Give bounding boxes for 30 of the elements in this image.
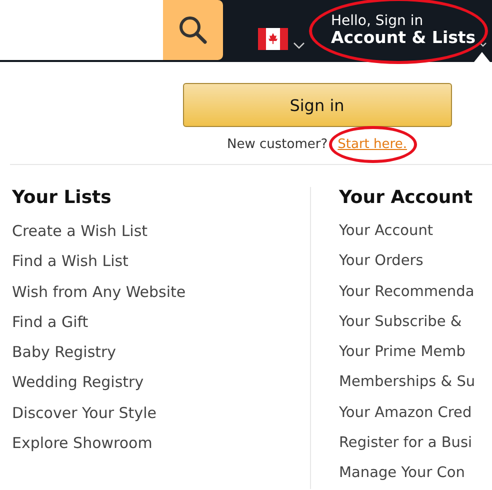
menu-link[interactable]: Your Recommenda [339,276,480,307]
account-menu[interactable]: Hello, Sign in Account & Lists [331,13,476,48]
menu-link[interactable]: Baby Registry [12,337,310,368]
menu-link[interactable]: Register for a Busi [339,428,480,458]
search-button[interactable] [163,0,223,60]
column-heading: Your Lists [12,187,112,208]
account-label: Account & Lists [331,29,476,48]
menu-link[interactable]: Wedding Registry [12,367,310,398]
new-customer-text: New customer? [227,137,328,152]
menu-link[interactable]: Your Subscribe & [339,306,480,338]
menu-link[interactable]: Your Prime Memb [339,337,480,368]
menu-link[interactable]: Create a Wish List [12,216,310,246]
search-icon [178,15,208,45]
menu-link[interactable]: Your Amazon Cred [339,398,480,428]
sign-in-button[interactable]: Sign in [182,83,452,127]
chevron-icon [478,42,487,48]
menu-link[interactable]: Your Account [339,216,480,246]
chevron-icon [293,42,305,50]
column-heading: Your Account [339,187,474,208]
menu-link[interactable]: Find a Gift [12,306,310,338]
menu-link[interactable]: Manage Your Con [339,458,480,489]
menu-link[interactable]: Find a Wish List [12,246,310,277]
search-field[interactable] [0,0,163,60]
menu-link[interactable]: Explore Showroom [12,428,310,458]
greeting-text: Hello, Sign in [331,13,424,30]
menu-link[interactable]: Memberships & Su [339,367,480,398]
menu-link[interactable]: Your Orders [339,246,480,277]
menu-link[interactable]: Wish from Any Website [12,276,310,307]
flag-icon[interactable] [258,28,288,50]
menu-link[interactable]: Discover Your Style [12,398,310,428]
